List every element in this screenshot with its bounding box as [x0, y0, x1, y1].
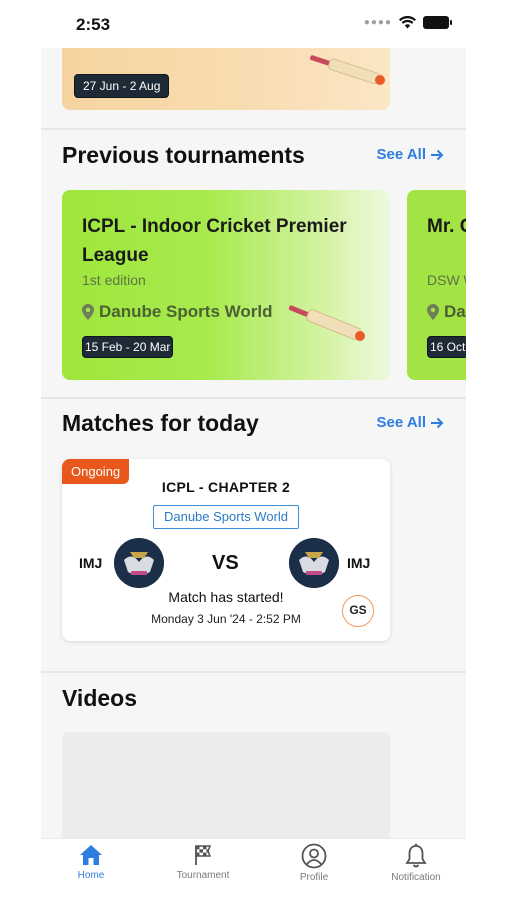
- section-title-matches-today: Matches for today: [62, 410, 259, 436]
- nav-label: Notification: [391, 872, 441, 883]
- arrow-right-icon: [431, 149, 444, 160]
- location-pin-icon: [82, 304, 94, 320]
- signal-icon: ●●●●: [363, 17, 392, 28]
- scorer-avatar[interactable]: GS: [342, 595, 374, 627]
- status-time: 2:53: [76, 15, 111, 34]
- upcoming-tournament-card[interactable]: 27 Jun - 2 Aug: [62, 48, 390, 110]
- cricket-bat-icon: [310, 55, 385, 85]
- nav-notification[interactable]: Notification: [366, 843, 466, 883]
- tournament-title: Mr. C 2023: [427, 216, 466, 237]
- see-all-label: See All: [376, 414, 426, 431]
- profile-icon: [301, 843, 327, 869]
- wifi-icon: [399, 16, 416, 29]
- tournament-title: ICPL - Indoor Cricket Premier League: [82, 216, 347, 266]
- section-divider: [41, 397, 466, 399]
- team-logo-icon: [114, 538, 164, 588]
- cricket-bat-icon: [288, 305, 365, 341]
- tournament-date-range: 27 Jun - 2 Aug: [74, 74, 170, 98]
- tournament-venue-label: Da: [444, 302, 466, 321]
- tournament-edition: 1st edition: [82, 272, 146, 288]
- see-all-label: See All: [376, 146, 426, 163]
- match-status: Match has started!: [168, 589, 284, 605]
- see-all-previous-button[interactable]: See All: [377, 146, 444, 163]
- team-logo-icon: [289, 538, 339, 588]
- tournament-venue: Danube Sports World: [82, 302, 272, 322]
- tournament-date-range: 16 Oct: [427, 336, 466, 358]
- nav-label: Tournament: [176, 870, 230, 881]
- arrow-right-icon: [431, 417, 444, 428]
- section-divider: [41, 671, 466, 673]
- status-icons: ●●●●: [363, 16, 452, 29]
- video-thumbnail-placeholder[interactable]: [62, 732, 390, 838]
- flag-icon: [195, 845, 212, 865]
- team-b-name: IMJ: [347, 555, 371, 571]
- tournament-date-range: 15 Feb - 20 Mar: [82, 336, 174, 358]
- tournament-edition: DSW W: [427, 272, 466, 288]
- nav-label: Profile: [299, 872, 329, 883]
- home-icon: [80, 845, 102, 865]
- battery-icon: [423, 16, 452, 29]
- tournament-venue: Da: [427, 302, 466, 322]
- see-all-matches-button[interactable]: See All: [377, 414, 444, 431]
- match-card[interactable]: Ongoing ICPL - CHAPTER 2 Danube Sports W…: [62, 459, 390, 641]
- versus-label: VS: [212, 552, 239, 574]
- section-divider: [41, 128, 466, 130]
- status-bar: 2:53 ●●●●: [0, 0, 507, 48]
- team-a-name: IMJ: [79, 555, 103, 571]
- section-title-previous-tournaments: Previous tournaments: [62, 142, 305, 168]
- bell-icon: [405, 843, 427, 868]
- home-screen: 27 Jun - 2 Aug Previous tournaments See …: [41, 48, 466, 838]
- nav-label: Home: [77, 870, 105, 881]
- tournament-card[interactable]: Mr. C 2023 DSW W Da 16 Oct: [407, 190, 466, 380]
- team-a-logo: [114, 538, 164, 588]
- tournament-venue-label: Danube Sports World: [99, 302, 273, 321]
- nav-tournament[interactable]: Tournament: [153, 843, 253, 881]
- tournament-card[interactable]: ICPL - Indoor Cricket Premier League 1st…: [62, 190, 390, 380]
- match-venue-tag: Danube Sports World: [153, 505, 299, 529]
- bottom-navigation: Home Tournament Profile Notification: [41, 838, 466, 900]
- team-b-logo: [289, 538, 339, 588]
- nav-profile[interactable]: Profile: [264, 843, 364, 883]
- match-tournament-name: ICPL - CHAPTER 2: [161, 479, 291, 495]
- section-title-videos: Videos: [62, 685, 137, 711]
- location-pin-icon: [427, 304, 439, 320]
- match-datetime: Monday 3 Jun '24 - 2:52 PM: [151, 612, 301, 626]
- nav-home[interactable]: Home: [41, 843, 141, 881]
